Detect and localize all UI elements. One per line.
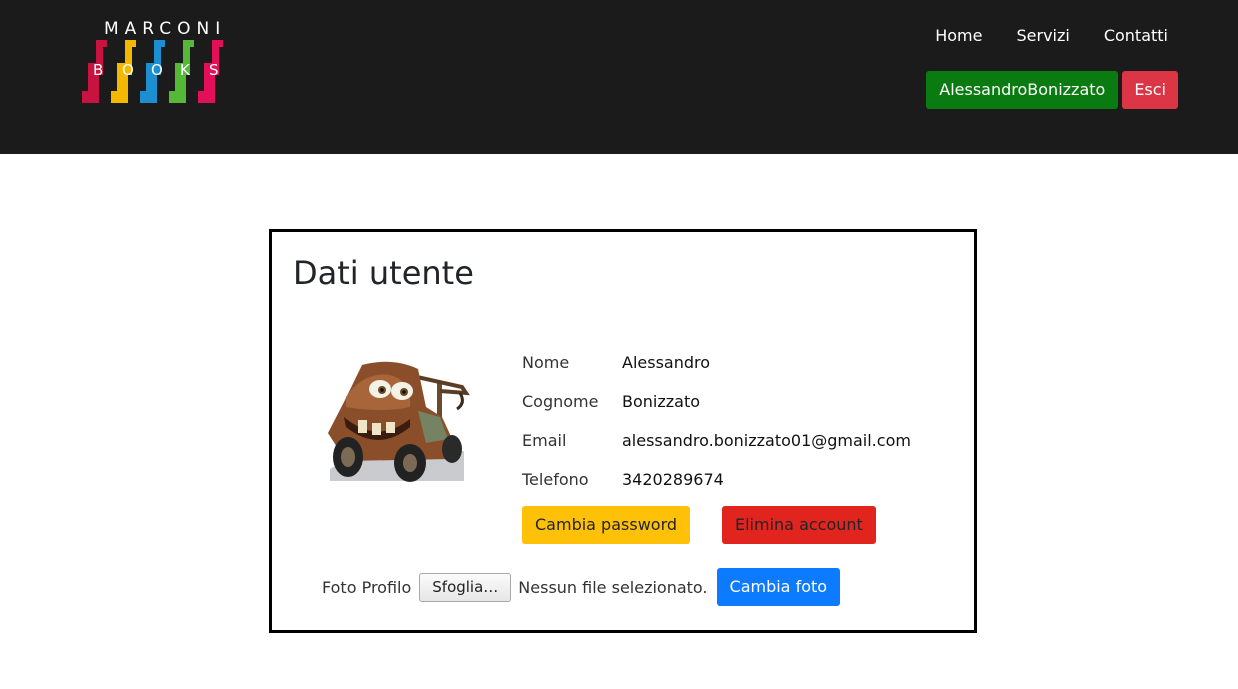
- email-label: Email: [522, 431, 567, 450]
- profile-photo-form: Foto Profilo Sfoglia… Nessun file selezi…: [322, 568, 841, 606]
- info-row-cognome: Cognome Bonizzato: [522, 392, 700, 412]
- nav-link-contatti[interactable]: Contatti: [1104, 26, 1168, 46]
- logo-letter: S: [209, 61, 219, 79]
- browse-file-button[interactable]: Sfoglia…: [419, 572, 512, 602]
- logo-letter: O: [122, 61, 134, 79]
- svg-text:MARCONI: MARCONI: [104, 19, 226, 39]
- delete-account-button[interactable]: Elimina account: [722, 506, 876, 544]
- telefono-value: 3420289674: [622, 470, 724, 489]
- logout-button[interactable]: Esci: [1122, 71, 1178, 109]
- nav-link-servizi[interactable]: Servizi: [1016, 26, 1069, 46]
- nome-value: Alessandro: [622, 353, 711, 372]
- logo-letter: K: [180, 61, 191, 79]
- file-status-text: Nessun file selezionato.: [518, 577, 708, 597]
- email-value: alessandro.bonizzato01@gmail.com: [622, 431, 911, 450]
- page-title: Dati utente: [293, 254, 474, 292]
- user-profile-button[interactable]: AlessandroBonizzato: [926, 71, 1119, 109]
- telefono-label: Telefono: [522, 470, 589, 489]
- info-row-email: Email alessandro.bonizzato01@gmail.com: [522, 431, 911, 451]
- logo-letter: B: [93, 61, 103, 79]
- nav-user-actions: AlessandroBonizzato Esci: [926, 71, 1178, 109]
- marconi-books-logo[interactable]: MARCONI BOOKS: [76, 18, 231, 108]
- logo-letter: O: [151, 61, 163, 79]
- change-photo-button[interactable]: Cambia foto: [716, 568, 841, 606]
- info-row-telefono: Telefono 3420289674: [522, 470, 724, 490]
- nome-label: Nome: [522, 353, 570, 372]
- photo-label: Foto Profilo: [322, 577, 412, 597]
- info-row-nome: Nome Alessandro: [522, 353, 710, 373]
- user-data-card: Dati utente Nome Alessandro Cognome Boni…: [269, 229, 977, 633]
- main-nav: Home Servizi Contatti: [935, 26, 1168, 46]
- navbar: MARCONI BOOKS Home Servizi Contatti Ales…: [0, 0, 1238, 154]
- cognome-label: Cognome: [522, 392, 599, 411]
- cognome-value: Bonizzato: [622, 392, 701, 411]
- tow-truck-avatar: [322, 347, 474, 485]
- nav-link-home[interactable]: Home: [935, 26, 982, 46]
- change-password-button[interactable]: Cambia password: [522, 506, 691, 544]
